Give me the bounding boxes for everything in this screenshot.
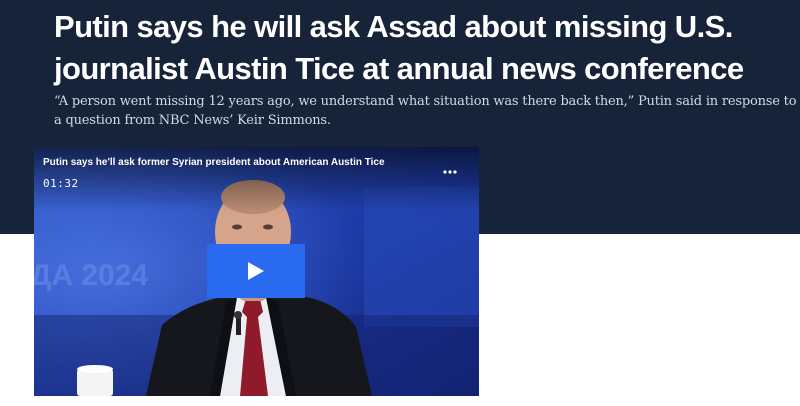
video-title: Putin says he'll ask former Syrian presi…: [43, 157, 385, 168]
play-button[interactable]: [207, 244, 305, 298]
play-icon: [248, 262, 264, 280]
article-dek: “A person went missing 12 years ago, we …: [54, 94, 797, 128]
svg-text:ДА 2024: ДА 2024: [34, 259, 148, 292]
article-headline: Putin says he will ask Assad about missi…: [54, 9, 744, 86]
more-options-button[interactable]: [441, 165, 459, 177]
more-horizontal-icon: [443, 170, 457, 174]
video-player[interactable]: ДА 2024 Putin says he'll ask former Syri…: [34, 147, 479, 396]
video-duration: 01:32: [43, 177, 79, 190]
